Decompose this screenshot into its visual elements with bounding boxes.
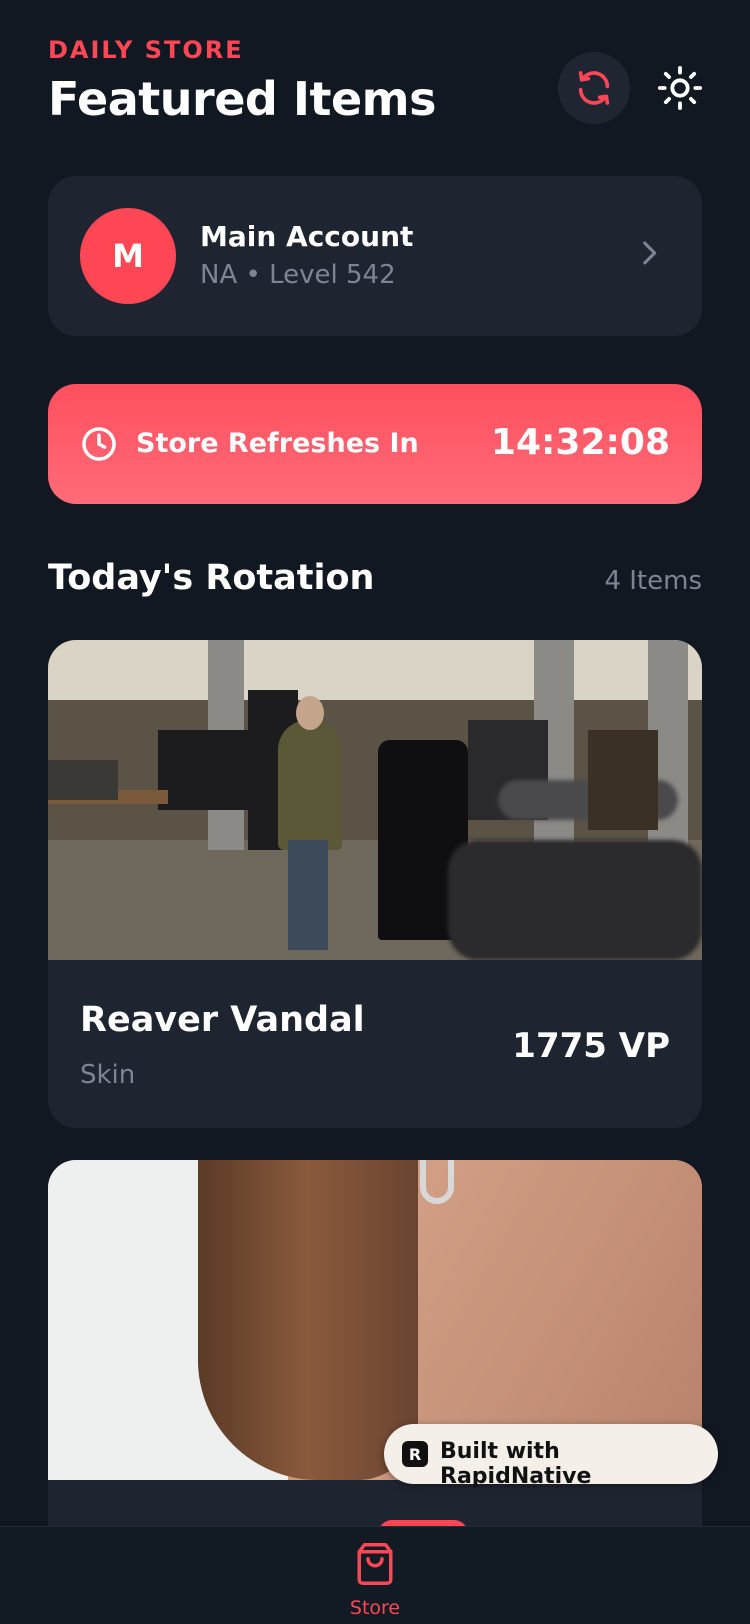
rapidnative-logo-icon: R	[402, 1441, 428, 1467]
bottom-tab-bar: Store	[0, 1526, 750, 1624]
item-card[interactable]	[48, 1160, 702, 1580]
sun-icon	[657, 65, 703, 111]
chevron-right-icon	[643, 241, 657, 265]
built-with-text: Built with RapidNative	[440, 1439, 592, 1489]
rotation-count: 4 Items	[604, 566, 702, 596]
rotation-title: Today's Rotation	[48, 558, 375, 598]
store-eyebrow: DAILY STORE	[48, 36, 244, 64]
item-price: 1775 VP	[512, 1026, 670, 1066]
store-refresh-banner: Store Refreshes In 14:32:08	[48, 384, 702, 504]
account-card[interactable]: M Main Account NA • Level 542	[48, 176, 702, 336]
built-with-badge[interactable]: R Built with RapidNative	[384, 1424, 718, 1489]
theme-toggle-button[interactable]	[652, 60, 708, 116]
account-name: Main Account	[200, 220, 414, 253]
item-type: Skin	[80, 1060, 136, 1090]
store-screen: DAILY STORE Featured Items M Main Accoun…	[0, 0, 750, 1624]
avatar: M	[80, 208, 176, 304]
refresh-label: Store Refreshes In	[136, 428, 419, 459]
shopping-bag-icon	[357, 1543, 393, 1585]
tab-store-label: Store	[349, 1597, 401, 1619]
item-image	[48, 640, 702, 960]
tab-store[interactable]: Store	[330, 1527, 420, 1624]
page-header: DAILY STORE Featured Items	[48, 36, 436, 126]
item-card[interactable]: Reaver Vandal Skin 1775 VP	[48, 640, 702, 1128]
account-subtitle: NA • Level 542	[200, 260, 396, 290]
item-name: Reaver Vandal	[80, 1000, 365, 1040]
refresh-icon	[578, 71, 610, 105]
clock-icon	[82, 427, 116, 461]
refresh-button[interactable]	[558, 52, 630, 124]
page-title: Featured Items	[48, 72, 436, 126]
refresh-countdown: 14:32:08	[490, 422, 670, 463]
